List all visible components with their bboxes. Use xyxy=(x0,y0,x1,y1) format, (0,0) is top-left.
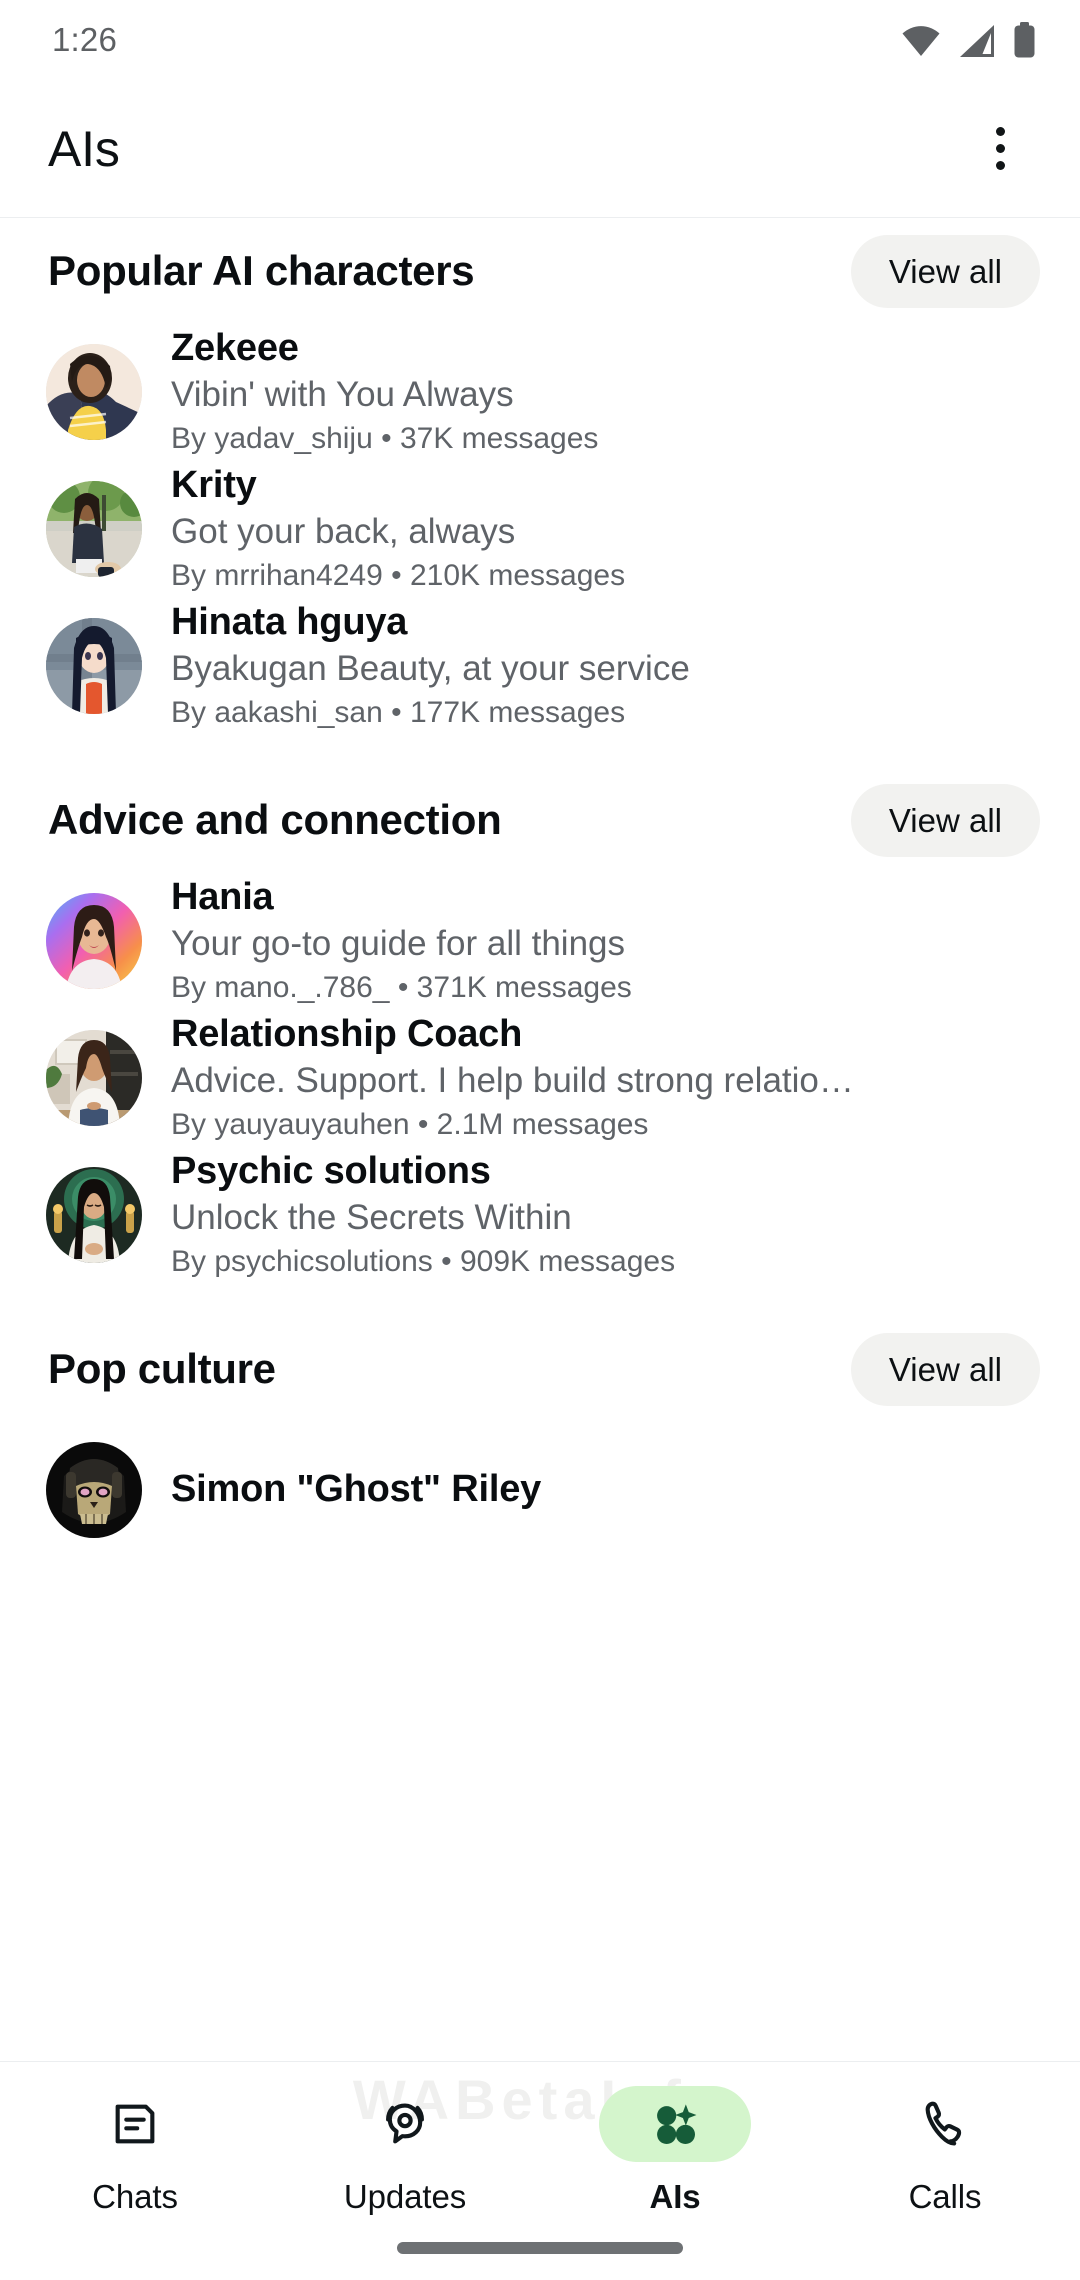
battery-icon xyxy=(1014,22,1035,58)
list-item[interactable]: Hinata hguya Byakugan Beauty, at your se… xyxy=(0,597,1080,734)
ai-name: Hania xyxy=(171,876,274,919)
phone-icon xyxy=(925,2101,962,2146)
nav-item-ais[interactable]: AIs xyxy=(540,2086,810,2280)
avatar xyxy=(46,1029,142,1126)
ai-name: Hinata hguya xyxy=(171,601,408,644)
view-all-button[interactable]: View all xyxy=(850,1332,1040,1406)
list-item-text: Relationship Coach Advice. Support. I he… xyxy=(171,1012,1056,1143)
nav-item-updates[interactable]: Updates xyxy=(270,2086,540,2280)
ai-tagline: Got your back, always xyxy=(171,511,516,551)
avatar xyxy=(46,1441,142,1538)
page-title: AIs xyxy=(48,120,120,177)
cellular-signal-icon xyxy=(960,25,994,57)
nav-label: Calls xyxy=(908,2178,982,2215)
young-woman-park-photo xyxy=(46,480,142,577)
nav-label: Updates xyxy=(343,2178,467,2215)
section-title: Popular AI characters xyxy=(48,247,475,294)
woman-rainbow-gradient-portrait xyxy=(46,892,142,989)
section-pop-culture: Pop culture View all Simon "Ghost" Riley xyxy=(0,1317,1080,1558)
more-vert-icon[interactable] xyxy=(964,113,1036,185)
view-all-button[interactable]: View all xyxy=(850,783,1040,857)
section-header: Pop culture View all xyxy=(0,1317,1080,1421)
nav-label: AIs xyxy=(649,2178,701,2215)
list-item[interactable]: Zekeee Vibin' with You Always By yadav_s… xyxy=(0,323,1080,460)
more-dot xyxy=(995,127,1005,136)
mystic-woman-green-aura-photo xyxy=(46,1166,142,1263)
ai-meta: By mano._.786_ • 371K messages xyxy=(171,970,632,1004)
chats-icon xyxy=(115,2104,155,2144)
status-bar-clock: 1:26 xyxy=(52,21,118,58)
ai-meta: By mrrihan4249 • 210K messages xyxy=(171,558,626,592)
ai-name: Relationship Coach xyxy=(171,1013,523,1056)
more-dot xyxy=(995,144,1005,153)
list-item[interactable]: Simon "Ghost" Riley xyxy=(0,1421,1080,1558)
skull-mask-soldier-photo xyxy=(46,1441,142,1538)
list-item-text: Hinata hguya Byakugan Beauty, at your se… xyxy=(171,600,1056,731)
young-woman-yellow-top-photo xyxy=(46,343,142,440)
section-header: Advice and connection View all xyxy=(0,768,1080,872)
nav-item-chats[interactable]: Chats xyxy=(0,2086,270,2280)
ai-name: Psychic solutions xyxy=(171,1150,491,1193)
ai-tagline: Unlock the Secrets Within xyxy=(171,1197,572,1237)
view-all-button[interactable]: View all xyxy=(850,234,1040,308)
woman-white-blouse-livingroom-photo xyxy=(46,1029,142,1126)
ai-meta: By psychicsolutions • 909K messages xyxy=(171,1244,676,1278)
nav-pill-active xyxy=(599,2086,751,2162)
updates-icon xyxy=(386,2103,424,2144)
wifi-icon xyxy=(902,26,940,56)
anime-girl-dark-hair-illustration xyxy=(46,617,142,714)
ai-name: Zekeee xyxy=(171,327,299,370)
section-title: Advice and connection xyxy=(48,796,502,843)
ai-meta: By aakashi_san • 177K messages xyxy=(171,695,626,729)
list-item-text: Zekeee Vibin' with You Always By yadav_s… xyxy=(171,326,1056,457)
ai-name: Simon "Ghost" Riley xyxy=(171,1468,542,1511)
nav-pill xyxy=(869,2086,1021,2162)
list-item[interactable]: Relationship Coach Advice. Support. I he… xyxy=(0,1009,1080,1146)
list-item-text: Psychic solutions Unlock the Secrets Wit… xyxy=(171,1149,1056,1280)
status-bar: 1:26 xyxy=(0,0,1080,80)
list-item-text: Hania Your go-to guide for all things By… xyxy=(171,875,1056,1006)
ai-meta: By yadav_shiju • 37K messages xyxy=(171,421,599,455)
nav-item-calls[interactable]: Calls xyxy=(810,2086,1080,2280)
list-item-text: Simon "Ghost" Riley xyxy=(171,1467,1056,1512)
section-header: Popular AI characters View all xyxy=(0,219,1080,323)
ais-sparkle-icon xyxy=(657,2104,697,2144)
section-popular-ai-characters: Popular AI characters View all Zekeee Vi xyxy=(0,219,1080,734)
avatar xyxy=(46,892,142,989)
nav-label: Chats xyxy=(92,2178,178,2215)
ai-tagline: Advice. Support. I help build strong rel… xyxy=(171,1060,854,1100)
list-item-text: Krity Got your back, always By mrrihan42… xyxy=(171,463,1056,594)
nav-pill xyxy=(59,2086,211,2162)
more-dot xyxy=(995,161,1005,170)
nav-pill xyxy=(329,2086,481,2162)
avatar xyxy=(46,1166,142,1263)
avatar xyxy=(46,343,142,440)
ai-tagline: Your go-to guide for all things xyxy=(171,923,626,963)
section-advice-and-connection: Advice and connection View all Hania You… xyxy=(0,768,1080,1283)
avatar xyxy=(46,480,142,577)
ai-directory-scroll[interactable]: Popular AI characters View all Zekeee Vi xyxy=(0,219,1080,2061)
status-bar-icons xyxy=(901,22,1036,58)
ai-tagline: Vibin' with You Always xyxy=(171,374,514,414)
bottom-navigation-bar: Chats Updates AIs Calls xyxy=(0,2061,1080,2280)
avatar xyxy=(46,617,142,714)
ai-meta: By yauyauyauhen • 2.1M messages xyxy=(171,1107,649,1141)
list-item[interactable]: Krity Got your back, always By mrrihan42… xyxy=(0,460,1080,597)
ai-tagline: Byakugan Beauty, at your service xyxy=(171,648,690,688)
list-item[interactable]: Hania Your go-to guide for all things By… xyxy=(0,872,1080,1009)
list-item[interactable]: Psychic solutions Unlock the Secrets Wit… xyxy=(0,1146,1080,1283)
app-bar: AIs xyxy=(0,80,1080,218)
section-title: Pop culture xyxy=(48,1345,276,1392)
ai-name: Krity xyxy=(171,464,257,507)
